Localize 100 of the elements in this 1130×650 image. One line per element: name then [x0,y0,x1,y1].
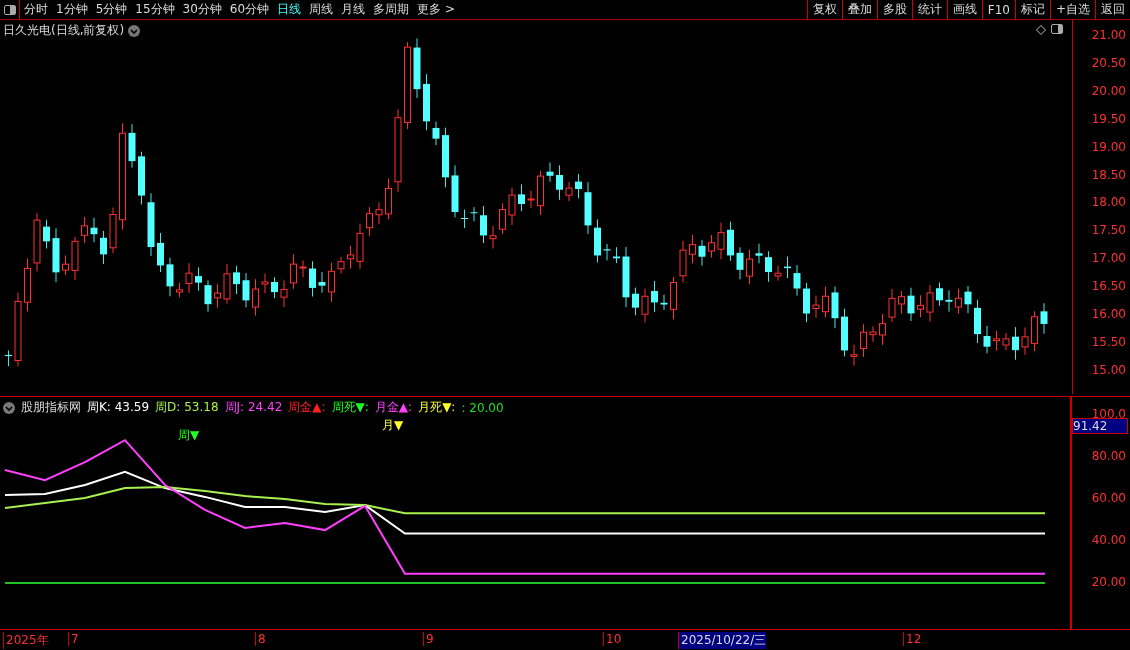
date-label: 8 [255,632,266,646]
candlestick [822,286,829,319]
candlestick [1040,302,1048,335]
candlestick [204,279,212,313]
candlestick [689,234,696,264]
price-axis-label: 20.50 [1091,55,1126,70]
candlestick [185,262,193,294]
candlestick [24,258,31,312]
price-axis-label: 19.50 [1091,111,1126,126]
candlestick [679,240,687,283]
candlestick [603,243,611,261]
date-label: 2025/10/22/三 [678,632,767,649]
candlestick [1012,326,1019,361]
period-tab[interactable]: 周线 [305,1,338,18]
period-tab[interactable]: 1分钟 [52,1,92,18]
candlestick [451,164,459,218]
candlestick [860,323,867,358]
candlestick [546,161,554,183]
candlestick [698,239,706,267]
candlestick [964,285,972,314]
candlestick [261,272,269,294]
price-axis-label: 18.50 [1091,167,1126,182]
candlestick [252,278,259,317]
candlestick [765,250,772,283]
indicator-name: 股朋指标网 [21,399,81,416]
candlestick [670,276,677,320]
price-axis-label: 17.00 [1091,251,1126,266]
period-tab[interactable]: 月线 [337,1,370,18]
candlestick [81,216,88,244]
candlestick [356,223,364,270]
candlestick [385,178,392,220]
indicator-axis-label: 80.00 [1091,449,1126,464]
candlestick [831,286,839,329]
candlestick [271,276,278,299]
candlestick [223,263,231,305]
period-tab[interactable]: 分时 [20,1,52,18]
price-axis-label: 15.50 [1091,334,1126,349]
price-axis-label: 16.50 [1091,279,1126,294]
period-tab[interactable]: 60分钟 [225,1,274,18]
candlestick [841,308,848,357]
legend-item: 月金▲: [374,399,413,416]
candlestick [375,201,383,225]
candlestick [879,313,886,346]
candlestick [366,206,373,237]
date-label: 2025年 [3,632,49,649]
candlestick [233,265,240,295]
legend-item: 周J: 24.42 [224,399,283,416]
candlestick [803,282,810,323]
candlestick [499,202,506,235]
candlestick [52,227,60,283]
candlestick [907,287,915,322]
candlestick [1031,310,1038,352]
period-tab[interactable]: 更多 > [413,1,459,18]
price-axis-label: 18.00 [1091,195,1126,210]
candlestick [347,245,354,269]
candlestick [955,288,962,314]
candlestick [993,330,1000,352]
candlestick [917,294,924,318]
candlestick [983,325,991,354]
period-tab[interactable]: 15分钟 [131,1,179,18]
candlestick [62,254,69,276]
candlestick [793,264,801,297]
candlestick [195,266,202,292]
period-tab[interactable]: 30分钟 [178,1,226,18]
candlestick [43,219,50,249]
candlestick [299,260,307,278]
candlestick [945,289,953,313]
period-tab[interactable]: 5分钟 [91,1,132,18]
period-tab[interactable]: 多周期 [369,1,414,18]
candlestick [622,246,630,308]
diamond-icon[interactable] [1036,25,1046,35]
candlestick [128,123,136,169]
dropdown-icon[interactable] [3,401,15,414]
candlestick [755,243,763,264]
candlestick [470,206,478,222]
candlestick [812,295,820,319]
candlestick [508,187,516,226]
candlestick [5,350,12,367]
candlestick [594,218,601,264]
price-axis-label: 20.00 [1091,83,1126,98]
candlestick [708,234,715,259]
candlestick [100,230,107,265]
candlestick [869,325,877,343]
legend-item: 周K: 43.59 [87,399,150,416]
candlestick [641,288,649,323]
candlestick [651,280,658,313]
value-badge: 91.42 [1072,418,1128,434]
candlestick [147,192,155,257]
candlestick [974,299,981,344]
panel-toggle-icon[interactable] [1051,24,1063,34]
period-tab[interactable]: 日线 [273,1,306,18]
legend-item: 周死▼: [331,399,369,416]
candlestick [109,206,117,254]
candlestick [280,279,288,308]
legend-item: : 20.00 [461,400,504,415]
candlestick [489,225,497,249]
dropdown-icon[interactable] [128,24,141,37]
candlestick [166,257,174,297]
candlestick [413,37,421,99]
candlestick [575,173,582,199]
